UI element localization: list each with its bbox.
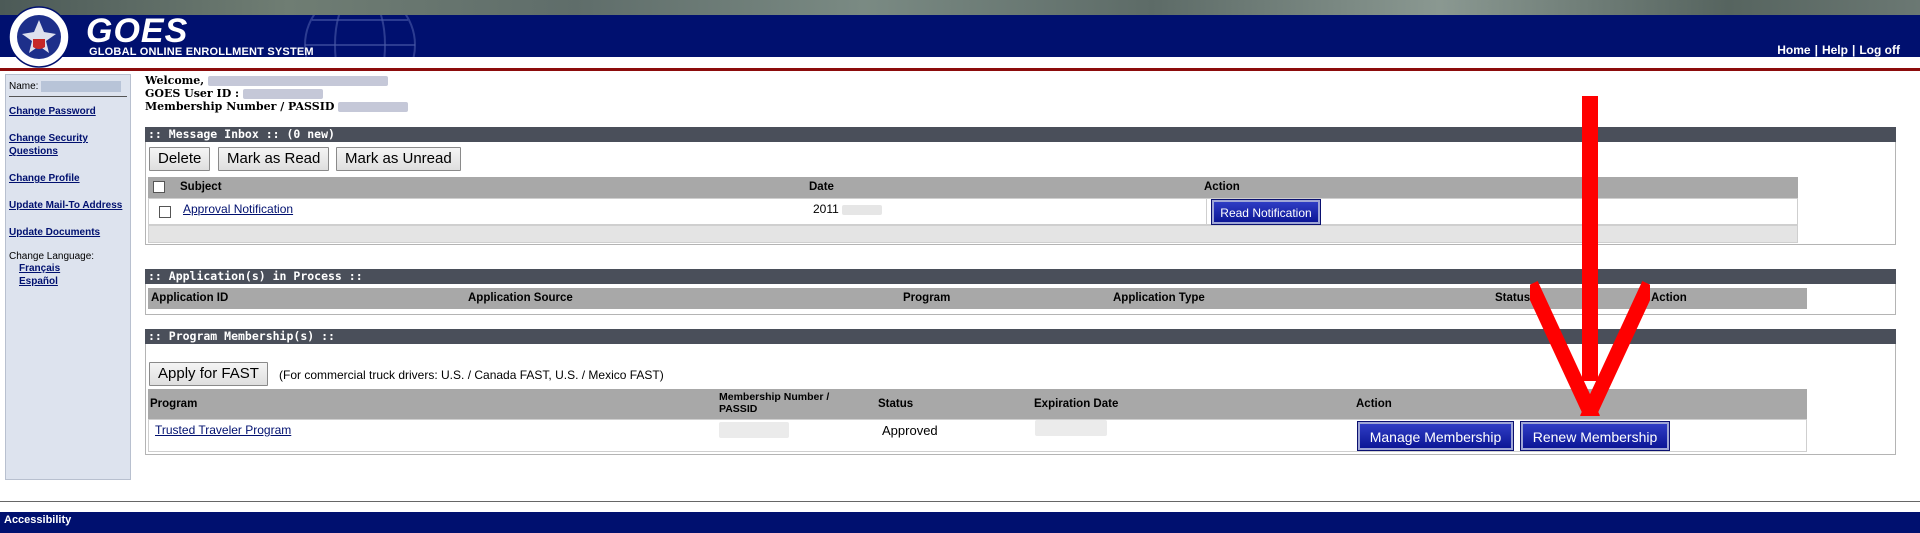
sidebar-divider xyxy=(9,96,127,98)
sidebar-item-update-documents[interactable]: Update Documents xyxy=(9,226,127,239)
column-application-id: Application ID xyxy=(151,292,229,304)
column-application-type: Application Type xyxy=(1113,292,1205,304)
mark-as-read-button[interactable]: Mark as Read xyxy=(218,147,330,171)
redacted-username xyxy=(207,76,388,86)
column-expiration-date: Expiration Date xyxy=(1034,398,1119,410)
footer-bar: Accessibility xyxy=(0,512,1920,533)
approval-notification-link[interactable]: Approval Notification xyxy=(183,202,293,216)
trusted-traveler-program-link[interactable]: Trusted Traveler Program xyxy=(155,423,291,437)
table-row: Trusted Traveler Program Approved Manage… xyxy=(148,419,1807,452)
message-date: 2011 xyxy=(813,202,883,216)
sidebar-item-change-password[interactable]: Change Password xyxy=(9,105,127,118)
row-checkbox[interactable] xyxy=(159,206,171,218)
column-program: Program xyxy=(150,398,198,410)
redacted-membership-number xyxy=(719,422,789,438)
column-action: Action xyxy=(1204,181,1240,193)
mark-as-unread-button[interactable]: Mark as Unread xyxy=(336,147,461,171)
user-id-label: GOES User ID : xyxy=(145,87,240,100)
dhs-seal-icon xyxy=(8,6,70,68)
logo-subtitle: GLOBAL ONLINE ENROLLMENT SYSTEM xyxy=(89,46,314,58)
redacted-name xyxy=(41,81,122,92)
home-link[interactable]: Home xyxy=(1777,43,1810,57)
redacted-user-id xyxy=(242,89,323,99)
logo-title: GOES xyxy=(86,12,189,50)
renew-membership-button[interactable]: Renew Membership xyxy=(1520,421,1670,451)
accessibility-link[interactable]: Accessibility xyxy=(4,514,71,526)
red-arrow-annotation-icon xyxy=(1530,96,1650,416)
redacted-expiration-date xyxy=(1035,420,1107,436)
apply-note: (For commercial truck drivers: U.S. / Ca… xyxy=(279,368,664,382)
footer-divider xyxy=(0,501,1920,502)
separator: | xyxy=(1814,43,1818,57)
column-membership-number: Membership Number / PASSID xyxy=(719,391,830,415)
language-french-link[interactable]: Français xyxy=(19,262,127,275)
header-red-divider xyxy=(0,68,1920,71)
logout-link[interactable]: Log off xyxy=(1859,43,1900,57)
sidebar: Name: Change Password Change Security Qu… xyxy=(5,74,131,480)
sidebar-item-change-security-questions[interactable]: Change Security Questions xyxy=(9,132,99,158)
apply-for-fast-button[interactable]: Apply for FAST xyxy=(149,362,268,386)
globe-watermark-icon xyxy=(304,15,416,57)
sidebar-item-change-profile[interactable]: Change Profile xyxy=(9,172,127,185)
manage-membership-button[interactable]: Manage Membership xyxy=(1357,421,1514,451)
column-program: Program xyxy=(903,292,951,304)
membership-status: Approved xyxy=(882,423,938,438)
column-date: Date xyxy=(809,181,834,193)
change-language-label: Change Language: xyxy=(9,251,95,263)
sidebar-name-row: Name: xyxy=(9,81,127,92)
column-application-source: Application Source xyxy=(468,292,573,304)
redacted-passid xyxy=(338,102,409,112)
top-links: Home | Help | Log off xyxy=(1777,43,1900,57)
language-spanish-link[interactable]: Español xyxy=(19,275,127,288)
select-all-checkbox[interactable] xyxy=(153,181,165,193)
column-action: Action xyxy=(1356,398,1392,410)
help-link[interactable]: Help xyxy=(1822,43,1848,57)
welcome-label: Welcome, xyxy=(145,74,205,87)
membership-label: Membership Number / PASSID xyxy=(145,100,335,113)
column-status: Status xyxy=(878,398,914,410)
separator: | xyxy=(1851,43,1856,57)
welcome-block: Welcome, GOES User ID : Membership Numbe… xyxy=(145,74,409,113)
delete-button[interactable]: Delete xyxy=(149,147,211,171)
column-action: Action xyxy=(1651,292,1687,304)
sidebar-item-update-mail-to-address[interactable]: Update Mail-To Address xyxy=(9,199,127,212)
read-notification-button[interactable]: Read Notification xyxy=(1211,199,1321,225)
column-subject: Subject xyxy=(180,181,222,193)
name-label: Name: xyxy=(9,81,39,93)
column-status: Status xyxy=(1495,292,1531,304)
top-decorative-strip xyxy=(0,0,1920,15)
